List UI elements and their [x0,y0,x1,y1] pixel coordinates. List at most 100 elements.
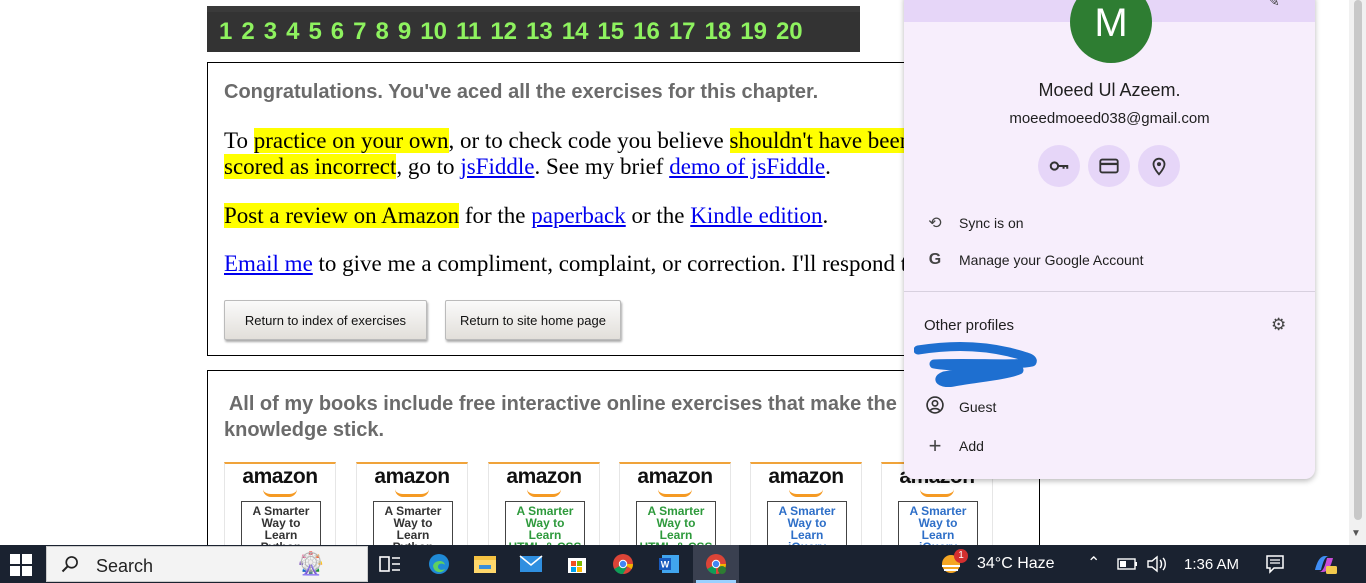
kindle-edition-link[interactable]: Kindle edition [690,203,822,228]
exercise-number-link[interactable]: 2 [241,18,254,46]
exercise-number-list: 1 2 3 4 5 6 7 8 9 10 11 12 13 14 15 16 17 18 19 20 [207,12,860,52]
speaker-icon[interactable] [1144,551,1170,577]
exercise-number-link[interactable]: 8 [376,18,389,46]
exercise-number-link[interactable]: 6 [331,18,344,46]
addresses-button[interactable] [1138,145,1180,187]
return-to-home-button[interactable]: Return to site home page [445,300,621,340]
add-profile-row[interactable]: + Add [904,428,1315,464]
battery-icon[interactable] [1115,551,1141,577]
practice-paragraph-line2: scored as incorrect, go to jsFiddle. See… [224,154,831,180]
mail-icon[interactable] [518,551,544,577]
return-to-index-button[interactable]: Return to index of exercises [224,300,427,340]
exercise-number-link[interactable]: 1 [219,18,232,46]
edit-pencil-icon[interactable]: ✎ [1268,0,1280,11]
taskbar-search-box[interactable]: Search 🎡 [46,546,368,582]
exercise-number-link[interactable]: 10 [420,18,447,46]
exercise-number-link[interactable]: 4 [286,18,299,46]
exercise-number-link[interactable]: 16 [633,18,660,46]
exercise-number-link[interactable]: 19 [740,18,767,46]
amazon-smile-icon [658,489,692,497]
amazon-logo: amazon [768,465,844,488]
chrome-profile-icon[interactable] [703,551,729,577]
weather-text[interactable]: 34°C Haze [977,555,1055,573]
text: or the [625,203,691,228]
practice-paragraph: To practice on your own, or to check cod… [224,128,912,154]
exercise-number-link[interactable]: 17 [669,18,696,46]
amazon-smile-icon [920,489,954,497]
text: . See my brief [534,154,670,179]
file-explorer-icon[interactable] [472,551,498,577]
task-view-icon[interactable] [377,551,403,577]
windows-taskbar: Search 🎡 W 1 34°C Haze ⌃ 1:36 AM [0,545,1366,583]
google-g-icon: G [928,251,942,268]
svg-text:W: W [661,560,670,570]
profile-email: moeedmoeed038@gmail.com [1009,110,1210,127]
store-icon[interactable] [564,551,590,577]
highlight-shouldnt: shouldn't have been [729,128,912,153]
search-icon [61,556,78,573]
clock-time[interactable]: 1:36 AM [1184,556,1239,573]
sync-icon: ⟲ [928,215,942,232]
scroll-down-arrow-icon[interactable]: ▼ [1351,528,1361,539]
books-heading-line2: knowledge stick. [224,419,385,441]
sync-row[interactable]: ⟲ Sync is on [904,205,1315,241]
demo-jsfiddle-link[interactable]: demo of jsFiddle [669,154,825,179]
amazon-logo: amazon [637,465,713,488]
search-highlight-icon: 🎡 [297,551,325,576]
payment-methods-button[interactable] [1088,145,1130,187]
amazon-smile-icon [395,489,429,497]
exercise-number-link[interactable]: 12 [490,18,517,46]
sync-label: Sync is on [959,215,1024,231]
key-icon [1049,161,1069,171]
chevron-up-icon[interactable]: ⌃ [1087,553,1100,573]
exercise-number-link[interactable]: 18 [705,18,732,46]
manage-account-label: Manage your Google Account [959,252,1144,268]
exercise-number-link[interactable]: 5 [308,18,321,46]
amazon-smile-icon [789,489,823,497]
exercise-number-link[interactable]: 9 [398,18,411,46]
plus-icon: + [928,433,942,458]
copilot-icon[interactable] [1311,551,1337,577]
action-center-icon[interactable] [1262,551,1288,577]
amazon-smile-icon [263,489,297,497]
congratulations-heading: Congratulations. You've aced all the exe… [224,81,819,103]
manage-account-row[interactable]: G Manage your Google Account [904,242,1315,278]
text: . [822,203,829,228]
exercise-number-link[interactable]: 11 [456,18,481,46]
highlight-practice: practice on your own [253,128,449,153]
avatar[interactable]: M [1070,0,1152,63]
amazon-smile-icon [527,489,561,497]
word-icon[interactable]: W [656,551,682,577]
guest-profile-row[interactable]: Guest [904,389,1315,425]
email-me-link[interactable]: Email me [224,251,313,276]
text: , go to [396,154,461,179]
paperback-link[interactable]: paperback [531,203,626,228]
edge-icon[interactable] [426,551,452,577]
divider [904,291,1315,292]
notification-badge: 1 [954,549,968,563]
books-heading-line1: All of my books include free interactive… [224,393,897,415]
gear-icon[interactable]: ⚙ [1271,315,1286,335]
scrollbar-thumb[interactable] [1354,0,1362,520]
exercise-number-link[interactable]: 20 [776,18,803,46]
amazon-logo: amazon [506,465,582,488]
account-circle-icon [924,395,946,420]
add-label: Add [959,438,984,454]
highlight-scored: scored as incorrect [224,154,397,179]
credit-card-icon [1099,158,1119,174]
chrome-icon[interactable] [610,551,636,577]
exercise-number-link[interactable]: 13 [526,18,553,46]
passwords-button[interactable] [1038,145,1080,187]
amazon-logo: amazon [374,465,450,488]
text: To [224,128,254,153]
windows-start-icon[interactable] [10,554,32,576]
exercise-number-link[interactable]: 7 [353,18,366,46]
profile-name: Moeed Ul Azeem. [1038,80,1181,100]
exercise-number-link[interactable]: 14 [562,18,589,46]
exercise-number-link[interactable]: 3 [264,18,277,46]
jsfiddle-link[interactable]: jsFiddle [460,154,534,179]
exercise-number-bar: 1 2 3 4 5 6 7 8 9 10 11 12 13 14 15 16 17 18 19 20 [207,0,860,52]
highlight-review: Post a review on Amazon [224,203,460,228]
text: , or to check code you believe [448,128,730,153]
exercise-number-link[interactable]: 15 [597,18,624,46]
